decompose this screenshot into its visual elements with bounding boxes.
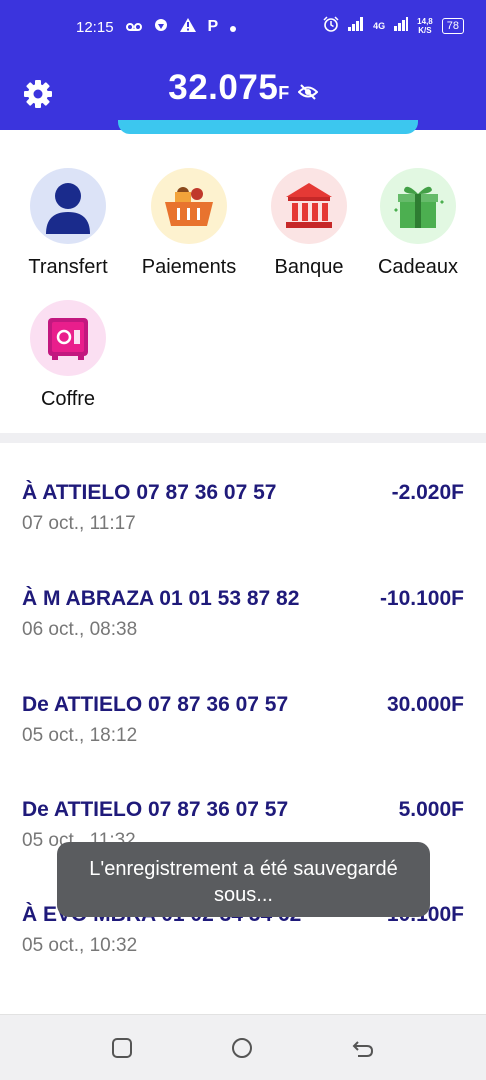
basket-icon — [151, 168, 227, 244]
network-speed-unit: K/S — [418, 25, 432, 35]
transaction-amount: -2.020F — [391, 481, 464, 504]
status-left: 12:15 P — [76, 18, 237, 36]
transaction-row[interactable]: À ATTIELO 07 87 36 07 57 -2.020F 07 oct.… — [22, 481, 464, 561]
safe-icon — [30, 300, 106, 376]
service-coffre[interactable]: Coffre — [8, 300, 128, 411]
hide-balance-icon[interactable] — [297, 84, 319, 105]
service-label: Cadeaux — [377, 256, 459, 278]
transaction-amount: 5.000F — [398, 798, 464, 821]
service-transfert[interactable]: Transfert — [8, 168, 128, 279]
service-label: Paiements — [141, 256, 237, 278]
service-paiements[interactable]: Paiements — [129, 168, 249, 279]
warning-icon — [179, 18, 196, 36]
alarm-icon — [323, 16, 339, 35]
services-grid: Transfert Paiements Banque Cadeaux Coffr… — [0, 130, 486, 433]
system-nav-bar — [0, 1014, 486, 1080]
status-right: 4G 14,8 K/S 78 — [323, 16, 464, 35]
transaction-row[interactable]: De ATTIELO 07 87 36 07 57 30.000F 05 oct… — [22, 693, 464, 773]
transaction-date: 05 oct., 10:32 — [22, 935, 138, 956]
transaction-amount: 30.000F — [386, 693, 464, 716]
balance-amount: 32.075 — [168, 68, 279, 107]
parking-icon: P — [207, 18, 219, 35]
app-notification-icon — [154, 18, 168, 36]
clock: 12:15 — [76, 18, 114, 36]
signal-icon-2 — [394, 17, 409, 34]
back-icon[interactable] — [352, 1037, 374, 1064]
battery-indicator: 78 — [441, 17, 464, 34]
transaction-description: À M ABRAZA 01 01 53 87 82 — [22, 587, 300, 610]
transaction-row[interactable]: À M ABRAZA 01 01 53 87 82 -10.100F 06 oc… — [22, 587, 464, 667]
toast-message: L'enregistrement a été sauvegardé sous..… — [57, 842, 430, 917]
service-label: Transfert — [28, 256, 108, 278]
network-speed: 14,8 K/S — [417, 17, 433, 35]
balance-display: 32.075F — [0, 68, 486, 108]
balance-currency: F — [278, 83, 290, 103]
service-label: Banque — [274, 256, 344, 278]
voicemail-icon — [125, 19, 142, 36]
recent-apps-icon[interactable] — [111, 1037, 133, 1064]
transaction-date: 06 oct., 08:38 — [22, 619, 138, 640]
status-bar: 12:15 P 4G 14,8 K/S 78 — [0, 0, 486, 56]
network-type-label: 4G — [373, 20, 386, 31]
transaction-description: De ATTIELO 07 87 36 07 57 — [22, 693, 289, 716]
home-icon[interactable] — [231, 1037, 253, 1064]
network-speed-value: 14,8 — [417, 16, 433, 26]
person-icon — [30, 168, 106, 244]
transaction-date: 07 oct., 11:17 — [22, 513, 136, 534]
service-label: Coffre — [40, 388, 96, 410]
service-banque[interactable]: Banque — [249, 168, 369, 279]
bank-icon — [271, 168, 347, 244]
gift-icon — [380, 168, 456, 244]
dot-icon — [230, 19, 237, 36]
app-header: 12:15 P 4G 14,8 K/S 78 32.075F — [0, 0, 486, 130]
transaction-description: À ATTIELO 07 87 36 07 57 — [22, 481, 277, 504]
transaction-description: De ATTIELO 07 87 36 07 57 — [22, 798, 289, 821]
transaction-date: 05 oct., 18:12 — [22, 725, 138, 746]
section-divider — [0, 433, 486, 443]
signal-icon — [348, 17, 364, 34]
service-cadeaux[interactable]: Cadeaux — [358, 168, 478, 279]
transaction-amount: -10.100F — [379, 587, 464, 610]
